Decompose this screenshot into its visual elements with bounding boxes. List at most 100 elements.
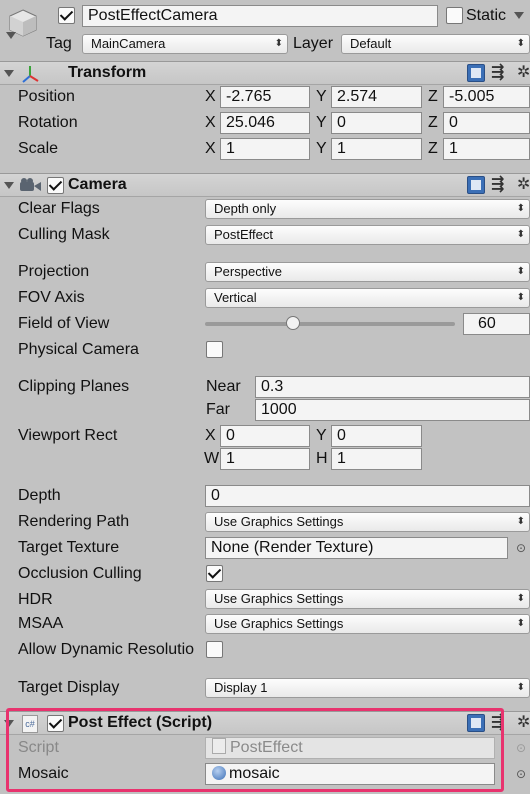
camera-enabled-checkbox[interactable] bbox=[47, 177, 64, 194]
rendering-path-dropdown[interactable]: Use Graphics Settings ⬍ bbox=[205, 512, 530, 532]
gameobject-active-checkbox[interactable] bbox=[58, 7, 75, 24]
tag-label: Tag bbox=[46, 35, 72, 52]
viewport-y-field[interactable]: 0 bbox=[331, 425, 422, 447]
static-checkbox[interactable] bbox=[446, 7, 463, 24]
viewport-w-label[interactable]: W bbox=[204, 448, 219, 470]
gear-icon[interactable]: ✲ bbox=[517, 713, 530, 733]
viewport-rect-label: Viewport Rect bbox=[18, 427, 118, 444]
scale-y-field[interactable]: 1 bbox=[331, 138, 422, 160]
rendering-path-label: Rendering Path bbox=[18, 513, 130, 530]
projection-dropdown[interactable]: Perspective ⬍ bbox=[205, 262, 530, 282]
tag-dropdown[interactable]: MainCamera ⬍ bbox=[82, 34, 288, 54]
script-object-picker-icon: ⊙ bbox=[516, 741, 527, 755]
script-file-icon bbox=[212, 738, 226, 754]
updown-arrow-icon: ⬍ bbox=[516, 203, 525, 214]
help-book-icon[interactable] bbox=[467, 176, 485, 194]
scale-y-axis[interactable]: Y bbox=[316, 138, 327, 160]
fov-axis-dropdown[interactable]: Vertical ⬍ bbox=[205, 288, 530, 308]
rotation-x-axis[interactable]: X bbox=[205, 112, 216, 134]
updown-arrow-icon: ⬍ bbox=[516, 682, 525, 693]
transform-header[interactable]: Transform ⇶ ✲ bbox=[0, 61, 530, 85]
culling-mask-label: Culling Mask bbox=[18, 226, 110, 243]
near-label: Near bbox=[206, 378, 241, 395]
script-field: PostEffect bbox=[205, 737, 495, 759]
camera-icon bbox=[18, 178, 42, 194]
rendering-path-value: Use Graphics Settings bbox=[214, 514, 344, 529]
presets-icon[interactable]: ⇶ bbox=[491, 713, 504, 733]
target-display-dropdown[interactable]: Display 1 ⬍ bbox=[205, 678, 530, 698]
updown-arrow-icon: ⬍ bbox=[516, 618, 525, 629]
help-book-icon[interactable] bbox=[467, 714, 485, 732]
hdr-dropdown[interactable]: Use Graphics Settings ⬍ bbox=[205, 589, 530, 609]
layer-dropdown[interactable]: Default ⬍ bbox=[341, 34, 530, 54]
rotation-y-axis[interactable]: Y bbox=[316, 112, 327, 134]
position-z-field[interactable]: -5.005 bbox=[443, 86, 530, 108]
camera-header[interactable]: Camera ⇶ ✲ bbox=[0, 173, 530, 197]
msaa-label: MSAA bbox=[18, 615, 64, 632]
viewport-h-label[interactable]: H bbox=[316, 448, 328, 470]
viewport-x-label[interactable]: X bbox=[205, 425, 216, 447]
gameobject-icon-dropdown-arrow[interactable] bbox=[6, 32, 16, 39]
gear-icon[interactable]: ✲ bbox=[517, 63, 530, 83]
gameobject-name-field[interactable]: PostEffectCamera bbox=[82, 5, 438, 27]
rotation-x-field[interactable]: 25.046 bbox=[220, 112, 310, 134]
mosaic-field[interactable]: mosaic bbox=[205, 763, 495, 785]
updown-arrow-icon: ⬍ bbox=[516, 266, 525, 277]
msaa-dropdown[interactable]: Use Graphics Settings ⬍ bbox=[205, 614, 530, 634]
post-effect-enabled-checkbox[interactable] bbox=[47, 715, 64, 732]
rotation-z-axis[interactable]: Z bbox=[428, 112, 438, 134]
mosaic-object-picker-icon[interactable]: ⊙ bbox=[516, 764, 526, 784]
scale-z-axis[interactable]: Z bbox=[428, 138, 438, 160]
layer-value: Default bbox=[350, 36, 392, 51]
position-x-axis[interactable]: X bbox=[205, 86, 216, 108]
position-x-field[interactable]: -2.765 bbox=[220, 86, 310, 108]
mosaic-asset-icon bbox=[212, 766, 226, 780]
occlusion-culling-label: Occlusion Culling bbox=[18, 565, 142, 582]
rotation-z-field[interactable]: 0 bbox=[443, 112, 530, 134]
updown-arrow-icon: ⬍ bbox=[516, 516, 525, 527]
viewport-y-label[interactable]: Y bbox=[316, 425, 327, 447]
target-texture-field[interactable]: None (Render Texture) bbox=[205, 537, 508, 559]
dynamic-resolution-checkbox[interactable] bbox=[206, 641, 223, 658]
static-dropdown-arrow[interactable] bbox=[514, 12, 524, 19]
gear-icon[interactable]: ✲ bbox=[517, 175, 530, 195]
viewport-w-field[interactable]: 1 bbox=[220, 448, 310, 470]
rotation-label: Rotation bbox=[18, 114, 78, 131]
target-texture-label: Target Texture bbox=[18, 539, 120, 556]
far-label: Far bbox=[206, 401, 230, 418]
physical-camera-checkbox[interactable] bbox=[206, 341, 223, 358]
culling-mask-dropdown[interactable]: PostEffect ⬍ bbox=[205, 225, 530, 245]
foldout-arrow-icon[interactable] bbox=[4, 720, 14, 727]
viewport-h-field[interactable]: 1 bbox=[331, 448, 422, 470]
clipping-planes-label: Clipping Planes bbox=[18, 378, 130, 395]
depth-field[interactable]: 0 bbox=[205, 485, 530, 507]
presets-icon[interactable]: ⇶ bbox=[491, 175, 504, 195]
presets-icon[interactable]: ⇶ bbox=[491, 63, 504, 83]
clear-flags-dropdown[interactable]: Depth only ⬍ bbox=[205, 199, 530, 219]
position-z-axis[interactable]: Z bbox=[428, 86, 438, 108]
scale-x-axis[interactable]: X bbox=[205, 138, 216, 160]
position-y-axis[interactable]: Y bbox=[316, 86, 327, 108]
scale-x-field[interactable]: 1 bbox=[220, 138, 310, 160]
rotation-y-field[interactable]: 0 bbox=[331, 112, 422, 134]
near-field[interactable]: 0.3 bbox=[255, 376, 530, 398]
mosaic-value: mosaic bbox=[229, 765, 280, 782]
target-display-label: Target Display bbox=[18, 679, 120, 696]
fov-slider-track[interactable] bbox=[205, 322, 455, 326]
occlusion-culling-checkbox[interactable] bbox=[206, 565, 223, 582]
help-book-icon[interactable] bbox=[467, 64, 485, 82]
object-picker-icon[interactable]: ⊙ bbox=[516, 538, 526, 558]
foldout-arrow-icon[interactable] bbox=[4, 70, 14, 77]
position-y-field[interactable]: 2.574 bbox=[331, 86, 422, 108]
updown-arrow-icon: ⬍ bbox=[516, 292, 525, 303]
viewport-x-field[interactable]: 0 bbox=[220, 425, 310, 447]
field-of-view-field[interactable]: 60 bbox=[463, 313, 530, 335]
fov-slider-thumb[interactable] bbox=[285, 316, 300, 330]
far-field[interactable]: 1000 bbox=[255, 399, 530, 421]
projection-label: Projection bbox=[18, 263, 90, 280]
transform-title: Transform bbox=[68, 64, 147, 81]
scale-z-field[interactable]: 1 bbox=[443, 138, 530, 160]
updown-arrow-icon: ⬍ bbox=[516, 229, 525, 240]
post-effect-header[interactable]: c# Post Effect (Script) ⇶ ✲ bbox=[0, 711, 530, 735]
foldout-arrow-icon[interactable] bbox=[4, 182, 14, 189]
